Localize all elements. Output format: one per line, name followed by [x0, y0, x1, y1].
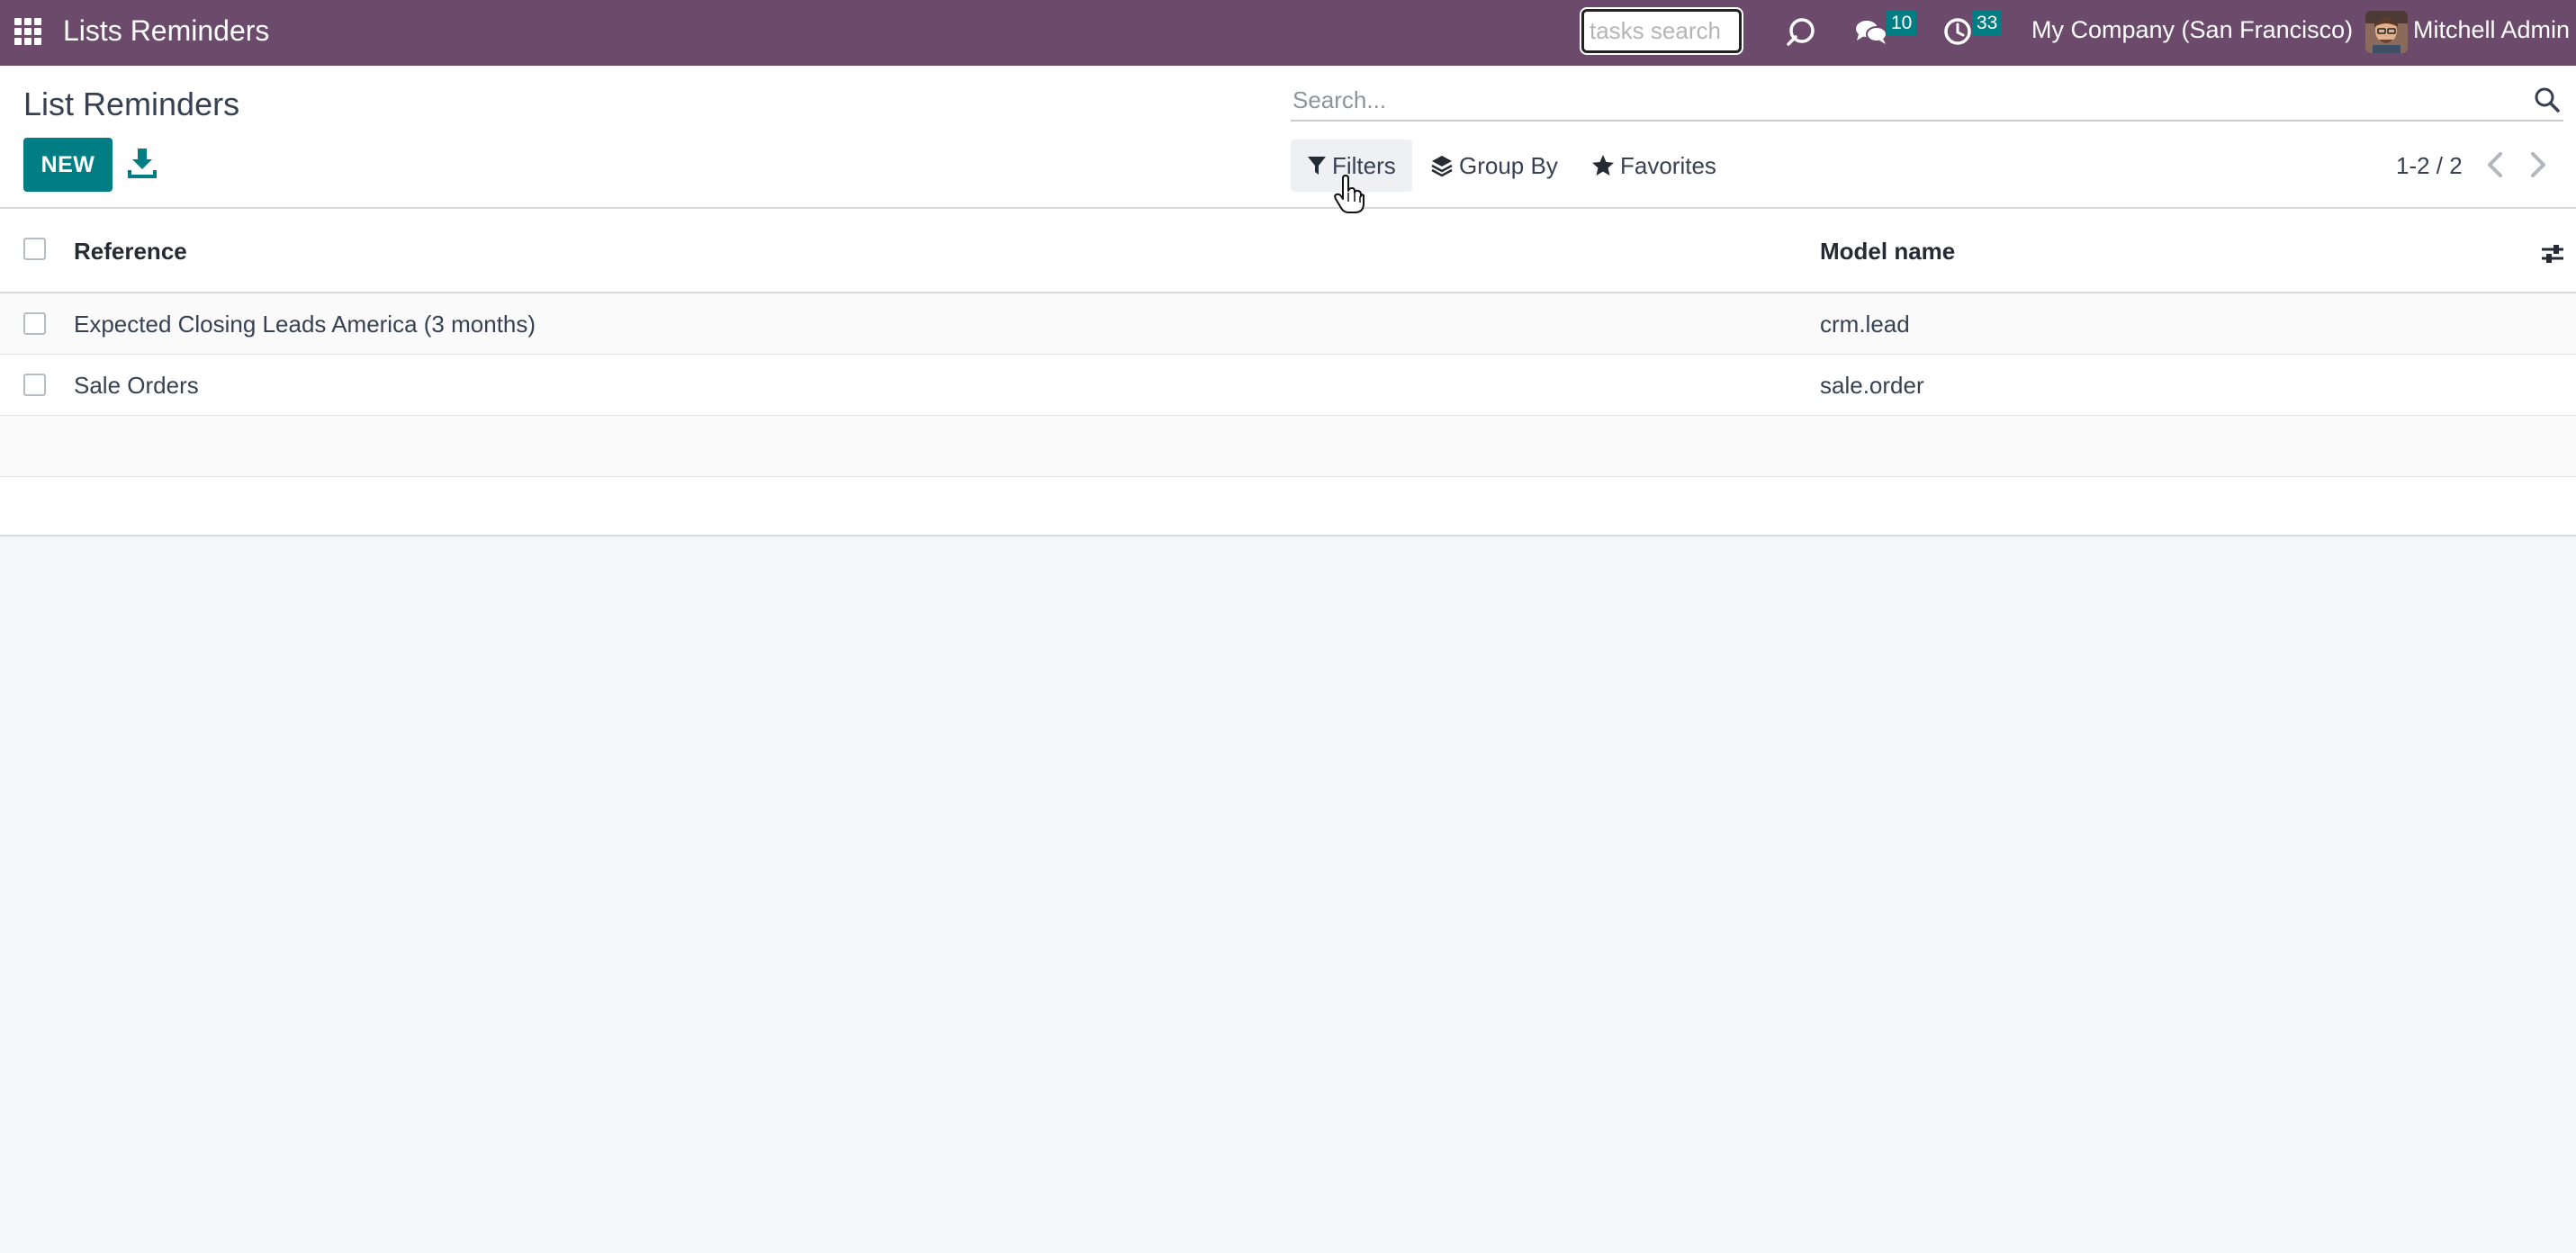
chevron-right-icon[interactable]	[2522, 147, 2553, 183]
clock-icon[interactable]	[1942, 16, 1973, 47]
apps-grid-icon[interactable]	[14, 18, 42, 46]
debug-bug-icon[interactable]	[1785, 15, 1817, 48]
cell-reference: Expected Closing Leads America (3 months…	[74, 311, 536, 338]
group-by-button[interactable]: Group By	[1414, 140, 1574, 192]
company-switcher[interactable]: My Company (San Francisco)	[2031, 16, 2353, 44]
activities-count-badge: 33	[1972, 11, 2003, 36]
favorites-button[interactable]: Favorites	[1575, 140, 1733, 192]
messages-count-badge: 10	[1887, 11, 1917, 36]
avatar[interactable]	[2365, 11, 2408, 53]
list-header: Reference Model name	[0, 209, 2576, 293]
favorites-label: Favorites	[1620, 151, 1716, 179]
sliders-icon[interactable]	[2540, 241, 2565, 266]
empty-row	[0, 477, 2576, 536]
chevron-left-icon[interactable]	[2481, 147, 2511, 183]
search-icon[interactable]	[2533, 86, 2562, 114]
control-panel: List Reminders NEW Filters Group By Favo…	[0, 66, 2576, 209]
row-checkbox[interactable]	[23, 374, 46, 396]
tasks-search-input[interactable]	[1580, 7, 1743, 55]
layers-icon	[1431, 156, 1453, 177]
cell-model-name: crm.lead	[1820, 311, 1910, 338]
new-button[interactable]: NEW	[23, 138, 113, 192]
download-icon[interactable]	[126, 145, 158, 181]
empty-row	[0, 416, 2576, 477]
app-title[interactable]: Lists Reminders	[63, 14, 269, 48]
column-header-reference[interactable]: Reference	[74, 238, 187, 266]
filter-icon	[1308, 157, 1326, 175]
list-view: Reference Model name Expected Closing Le…	[0, 209, 2576, 536]
hand-cursor-icon	[1334, 175, 1365, 213]
page-title: List Reminders	[23, 86, 240, 122]
table-row[interactable]: Sale Orders sale.order	[0, 355, 2576, 416]
search-bar	[1291, 80, 2563, 122]
star-icon	[1592, 155, 1614, 176]
top-navbar: Lists Reminders 10 33 My Company (San Fr…	[0, 0, 2576, 66]
chat-icon[interactable]	[1854, 18, 1888, 47]
search-input[interactable]	[1291, 80, 2515, 120]
table-row[interactable]: Expected Closing Leads America (3 months…	[0, 293, 2576, 355]
cell-model-name: sale.order	[1820, 372, 1924, 399]
row-checkbox[interactable]	[23, 312, 46, 335]
column-header-model-name[interactable]: Model name	[1820, 238, 1955, 266]
cell-reference: Sale Orders	[74, 372, 199, 399]
pager-value[interactable]: 1-2 / 2	[2396, 152, 2463, 180]
group-by-label: Group By	[1459, 151, 1558, 179]
select-all-checkbox[interactable]	[23, 238, 46, 260]
user-menu[interactable]: Mitchell Admin	[2413, 16, 2570, 44]
